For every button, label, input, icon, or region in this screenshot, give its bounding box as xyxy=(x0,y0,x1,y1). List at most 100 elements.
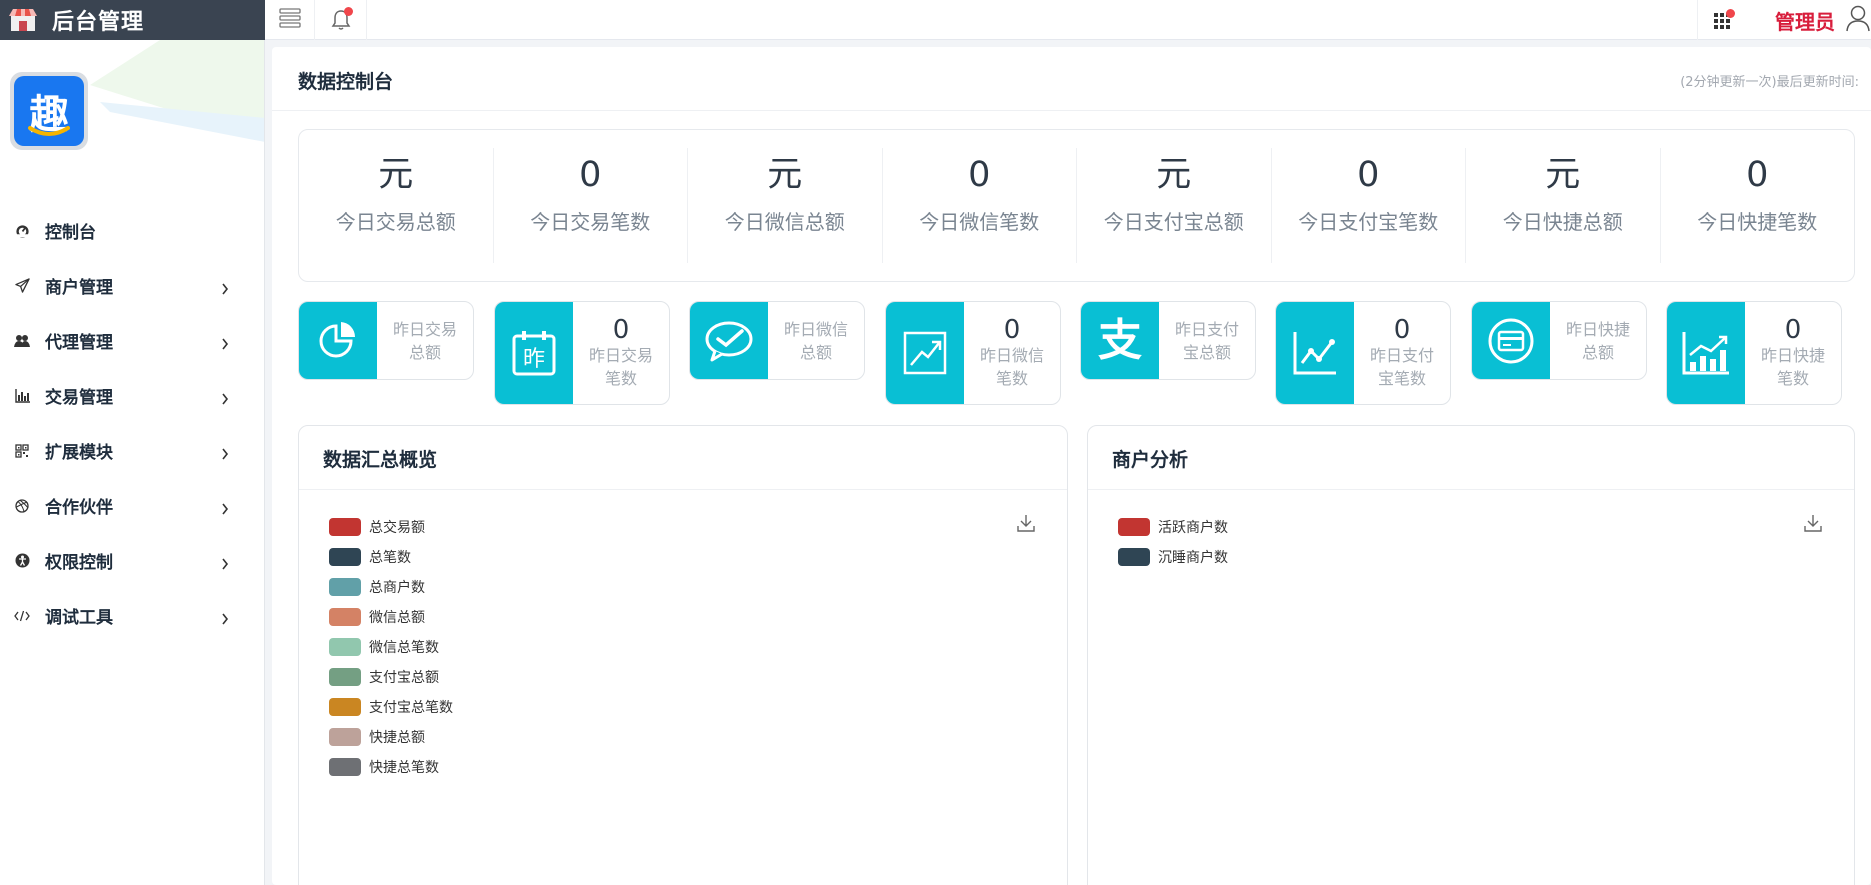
stat-label: 今日快捷总额 xyxy=(1502,210,1623,234)
sidebar-item-transactions[interactable]: 交易管理 xyxy=(0,368,264,423)
sidebar-item-permissions[interactable]: 权限控制 xyxy=(0,533,264,588)
chevron-right-icon xyxy=(221,390,229,409)
user-icon xyxy=(1845,4,1871,36)
card-label: 昨日快捷 总额 xyxy=(1565,319,1630,362)
card-yesterday-alipay-amount: 支 昨日支付 宝总额 xyxy=(1080,301,1256,380)
bar-chart-icon xyxy=(14,388,30,404)
growth-chart-icon xyxy=(1667,302,1745,404)
sidebar-item-dashboard[interactable]: 控制台 xyxy=(0,203,264,258)
download-button[interactable] xyxy=(1017,514,1035,536)
stat-label: 今日快捷笔数 xyxy=(1697,210,1818,234)
sidebar-item-partners[interactable]: 合作伙伴 xyxy=(0,478,264,533)
sidebar-item-extensions[interactable]: 扩展模块 xyxy=(0,423,264,478)
store-icon xyxy=(8,7,38,33)
legend-label: 快捷总额 xyxy=(369,730,425,746)
legend-item[interactable]: 支付宝总笔数 xyxy=(329,692,453,722)
stat-value: 0 xyxy=(579,155,602,195)
users-icon xyxy=(14,333,30,349)
card-yesterday-quick-amount: 昨日快捷 总额 xyxy=(1471,301,1647,380)
legend-item[interactable]: 活跃商户数 xyxy=(1118,512,1228,542)
legend-swatch xyxy=(1118,518,1150,536)
sidebar-item-label: 代理管理 xyxy=(45,333,113,353)
main-header: 数据控制台 (2分钟更新一次)最后更新时间: xyxy=(272,47,1871,111)
panel-title: 商户分析 xyxy=(1112,449,1189,471)
stat-today-quick-count: 0 今日快捷笔数 xyxy=(1661,148,1855,263)
stat-today-wechat-amount: 元今日微信总额 xyxy=(688,148,883,263)
chevron-right-icon xyxy=(221,335,229,354)
card-label: 昨日交易 总额 xyxy=(392,319,457,362)
alipay-glyph: 支 xyxy=(1098,314,1142,366)
legend-swatch xyxy=(329,728,361,746)
download-icon xyxy=(1017,515,1035,536)
paper-plane-icon xyxy=(14,278,30,294)
legend-item[interactable]: 快捷总笔数 xyxy=(329,752,453,782)
chevron-right-icon xyxy=(221,445,229,464)
legend-label: 总交易额 xyxy=(369,520,425,536)
stat-value: 元 xyxy=(378,155,414,195)
sidebar-item-agents[interactable]: 代理管理 xyxy=(0,313,264,368)
merchant-analysis-panel: 商户分析 活跃商户数沉睡商户数 xyxy=(1087,425,1855,885)
summary-legend: 总交易额总笔数总商户数 微信总额 微信总笔数 支付宝总额 支付宝总笔数快捷总额快捷总笔数 xyxy=(329,512,453,782)
legend-label: 总笔数 xyxy=(369,550,411,566)
card-yesterday-trade-amount: 昨日交易 总额 xyxy=(298,301,474,380)
code-icon xyxy=(14,608,30,624)
stat-value: 0 xyxy=(968,155,991,195)
card-value: 0 xyxy=(1003,315,1021,345)
stat-today-trade-count: 0 今日交易笔数 xyxy=(494,148,688,263)
dashboard-icon xyxy=(14,223,30,239)
legend-item[interactable]: 快捷总额 xyxy=(329,722,453,752)
legend-swatch xyxy=(1118,548,1150,566)
panel-title: 数据汇总概览 xyxy=(323,449,438,471)
legend-item[interactable]: 总商户数 xyxy=(329,572,453,602)
stat-label: 今日微信总额 xyxy=(724,210,845,234)
svg-text:昨: 昨 xyxy=(523,347,545,372)
legend-swatch xyxy=(329,608,361,626)
sidebar-item-debug-tools[interactable]: 调试工具 xyxy=(0,588,264,643)
stat-value: 元 xyxy=(767,155,803,195)
user-menu[interactable]: 管理员 xyxy=(1775,0,1871,40)
alipay-icon: 支 xyxy=(1081,302,1159,379)
sidebar-item-label: 权限控制 xyxy=(45,553,113,573)
sidebar-item-label: 商户管理 xyxy=(45,278,113,298)
brand-bar: 后台管理 xyxy=(0,0,265,40)
legend-swatch xyxy=(329,518,361,536)
stat-today-wechat-count: 0 今日微信笔数 xyxy=(883,148,1077,263)
grid-icon xyxy=(1713,9,1735,30)
pie-chart-icon xyxy=(299,302,377,379)
card-label: 昨日支付 宝笔数 xyxy=(1369,346,1434,388)
legend-item[interactable]: 微信总笔数 xyxy=(329,632,453,662)
legend-item[interactable]: 总交易额 xyxy=(329,512,453,542)
sidebar-item-label: 调试工具 xyxy=(45,608,113,628)
legend-item[interactable]: 支付宝总额 xyxy=(329,662,453,692)
legend-label: 快捷总笔数 xyxy=(369,760,439,776)
download-button[interactable] xyxy=(1804,514,1822,536)
stat-label: 今日交易笔数 xyxy=(530,210,651,234)
card-yesterday-trade-count: 昨 0 昨日交易 笔数 xyxy=(494,301,670,405)
sidebar-item-merchants[interactable]: 商户管理 xyxy=(0,258,264,313)
legend-item[interactable]: 总笔数 xyxy=(329,542,453,572)
stat-value: 元 xyxy=(1156,155,1192,195)
sidebar-item-label: 交易管理 xyxy=(45,388,113,408)
card-yesterday-alipay-count: 0 昨日支付 宝笔数 xyxy=(1275,301,1451,405)
merchant-legend: 活跃商户数沉睡商户数 xyxy=(1118,512,1228,572)
menu-toggle-button[interactable] xyxy=(265,0,315,40)
stat-today-trade-amount: 元今日交易总额 xyxy=(299,148,494,263)
legend-swatch xyxy=(329,578,361,596)
notification-button[interactable] xyxy=(315,0,367,40)
menu-icon xyxy=(278,8,301,32)
topbar: 管理员 xyxy=(265,0,1871,40)
download-icon xyxy=(1804,515,1822,536)
apps-button[interactable] xyxy=(1697,0,1747,40)
legend-item[interactable]: 沉睡商户数 xyxy=(1118,542,1228,572)
today-stats: 元今日交易总额 0 今日交易笔数 元今日微信总额 0 今日微信笔数 元今日支付宝总额… xyxy=(298,129,1855,282)
legend-label: 活跃商户数 xyxy=(1158,520,1228,536)
stat-today-alipay-amount: 元今日支付宝总额 xyxy=(1077,148,1272,263)
summary-panel: 数据汇总概览 总交易额总笔数总商户数 微信总额 微信总笔数 支付宝总额 支付宝总笔数快捷… xyxy=(298,425,1068,885)
accessibility-icon xyxy=(14,553,30,569)
panel-header: 数据汇总概览 xyxy=(299,426,1067,490)
legend-swatch xyxy=(329,668,361,686)
bell-icon xyxy=(330,7,353,31)
card-label: 昨日微信 笔数 xyxy=(979,346,1044,388)
credit-card-icon xyxy=(1472,302,1550,379)
legend-item[interactable]: 微信总额 xyxy=(329,602,453,632)
